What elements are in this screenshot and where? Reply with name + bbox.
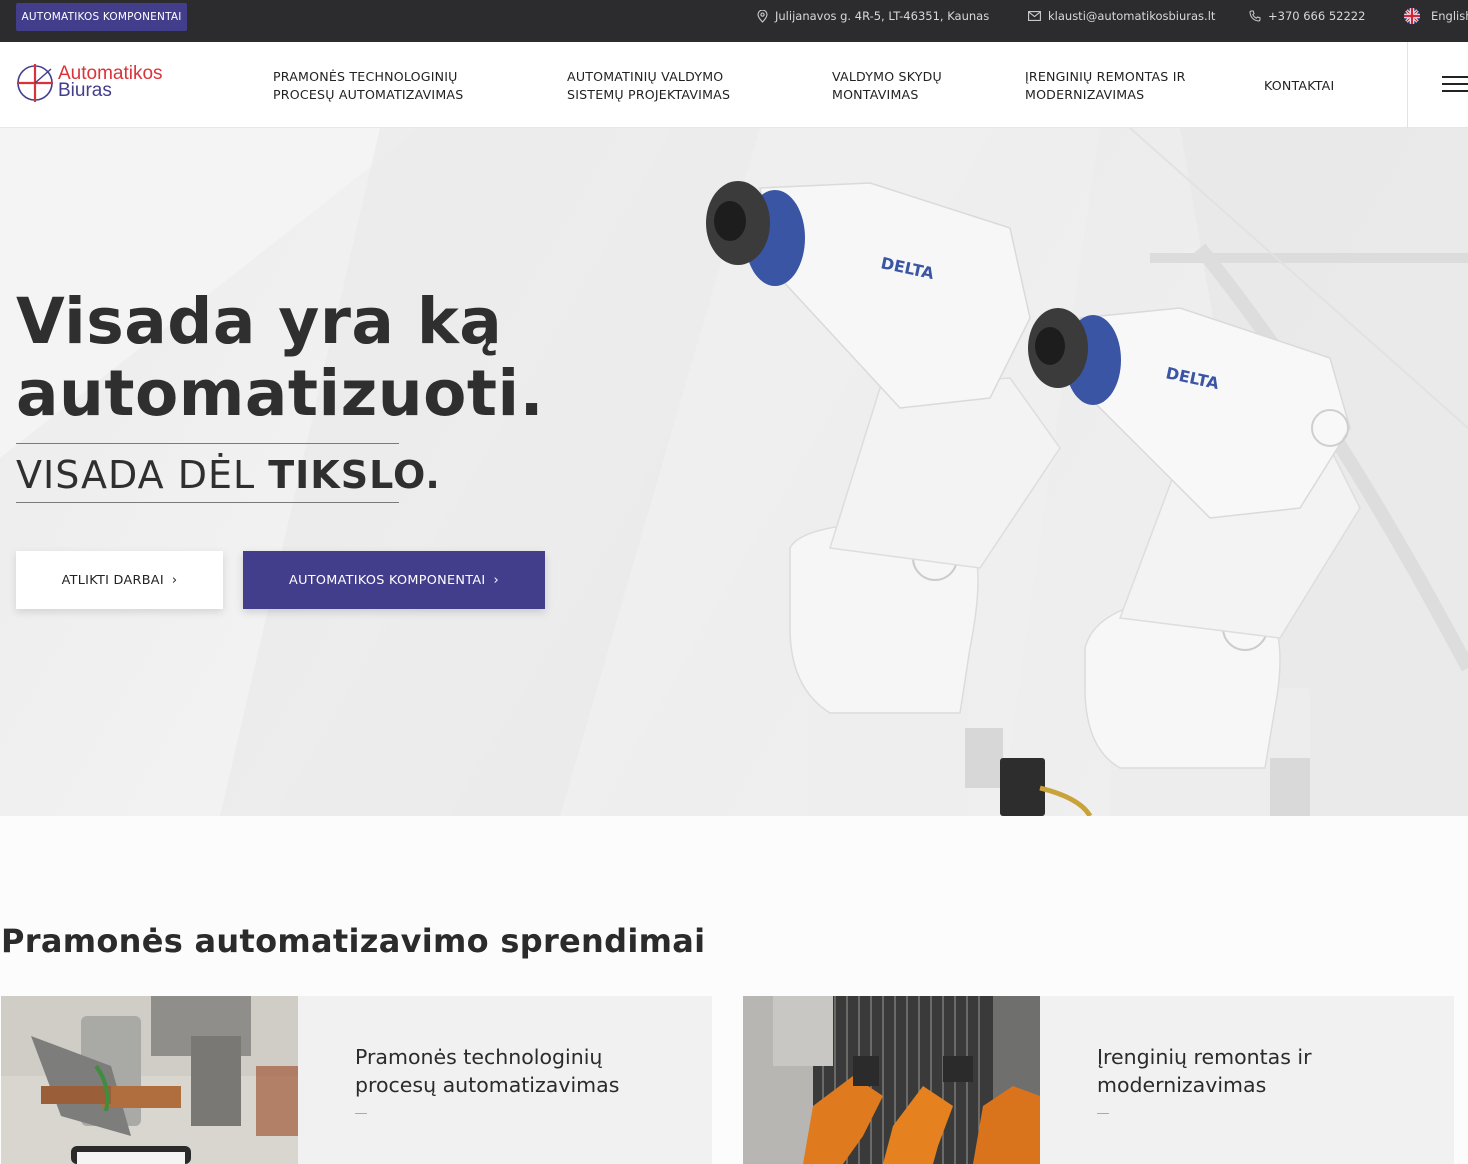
hero-title-light: Visada yra ką (16, 285, 503, 358)
nav-label-line2: MONTAVIMAS (832, 87, 919, 102)
components-button[interactable]: AUTOMATIKOS KOMPONENTAI › (243, 551, 545, 609)
email-link[interactable]: klausti@automatikosbiuras.lt (1028, 8, 1215, 24)
phone-icon (1249, 10, 1261, 22)
nav-label-line1: AUTOMATINIŲ VALDYMO (567, 69, 724, 84)
chevron-right-icon: › (493, 572, 499, 588)
nav-label-line1: VALDYMO SKYDŲ (832, 69, 942, 84)
envelope-icon (1028, 11, 1041, 21)
address-link[interactable]: Julijanavos g. 4R-5, LT-46351, Kaunas (757, 8, 989, 24)
location-pin-icon (757, 9, 768, 23)
logo-mark-icon (17, 64, 53, 102)
solution-card-process-automation[interactable]: Pramonės technologinių procesų automatiz… (1, 996, 712, 1164)
card-title-line2: modernizavimas (1097, 1073, 1267, 1097)
hero-title: Visada yra ką automatizuoti. (16, 286, 544, 430)
hero-divider-top (16, 443, 399, 444)
nav-item-process-automation[interactable]: PRAMONĖS TECHNOLOGINIŲ PROCESŲ AUTOMATIZ… (273, 68, 463, 104)
logo-line2: Biuras (58, 80, 112, 101)
hero-title-bold: automatizuoti. (16, 357, 545, 430)
nav-label-line1: ĮRENGINIŲ REMONTAS IR (1025, 69, 1186, 84)
nav-label-line2: MODERNIZAVIMAS (1025, 87, 1145, 102)
hero-subtitle-bold: TIKSLO. (268, 453, 441, 497)
address-text: Julijanavos g. 4R-5, LT-46351, Kaunas (775, 9, 990, 23)
hamburger-menu-icon[interactable] (1407, 42, 1468, 128)
card-dash (355, 1113, 367, 1114)
phone-link[interactable]: +370 666 52222 (1249, 8, 1365, 24)
nav-item-equipment-repair[interactable]: ĮRENGINIŲ REMONTAS IR MODERNIZAVIMAS (1025, 68, 1186, 104)
nav-label-line2: SISTEMŲ PROJEKTAVIMAS (567, 87, 731, 102)
nav-item-control-panel-installation[interactable]: VALDYMO SKYDŲ MONTAVIMAS (832, 68, 942, 104)
nav-label-line1: PRAMONĖS TECHNOLOGINIŲ (273, 69, 458, 84)
card-title-line2: procesų automatizavimas (355, 1073, 620, 1097)
hero-section: DELTA DELTA Visada yra ką automatizuoti.… (0, 128, 1468, 816)
site-logo[interactable]: Automatikos Biuras (16, 62, 176, 108)
card-title-line1: Pramonės technologinių (355, 1045, 603, 1069)
main-header: Automatikos Biuras PRAMONĖS TECHNOLOGINI… (0, 42, 1468, 128)
card-title: Įrenginių remontas ir modernizavimas (1097, 1043, 1417, 1099)
card-title-line1: Įrenginių remontas ir (1097, 1045, 1312, 1069)
nav-label-line2: PROCESŲ AUTOMATIZAVIMAS (273, 87, 464, 102)
top-bar: AUTOMATIKOS KOMPONENTAI Julijanavos g. 4… (0, 0, 1468, 42)
language-label: English (1431, 9, 1468, 23)
card-image-orange-robots (743, 996, 1040, 1164)
works-button[interactable]: ATLIKTI DARBAI › (16, 551, 223, 609)
works-button-label: ATLIKTI DARBAI (61, 572, 164, 588)
uk-flag-icon (1404, 8, 1420, 24)
card-title: Pramonės technologinių procesų automatiz… (355, 1043, 675, 1099)
hero-subtitle: VISADA DĖL TIKSLO. (16, 453, 441, 497)
hero-divider-bottom (16, 502, 399, 503)
nav-label-line1: KONTAKTAI (1264, 78, 1335, 93)
nav-item-control-systems-design[interactable]: AUTOMATINIŲ VALDYMO SISTEMŲ PROJEKTAVIMA… (567, 68, 730, 104)
card-dash (1097, 1113, 1109, 1114)
card-image-welding-robot (1, 996, 298, 1164)
components-button-label: AUTOMATIKOS KOMPONENTAI (289, 572, 486, 588)
chevron-right-icon: › (171, 572, 178, 588)
phone-text: +370 666 52222 (1268, 9, 1366, 23)
email-text: klausti@automatikosbiuras.lt (1048, 9, 1216, 23)
solutions-title: Pramonės automatizavimo sprendimai (1, 922, 706, 960)
hero-subtitle-light: VISADA DĖL (16, 453, 269, 497)
language-switcher[interactable]: English (1404, 8, 1468, 24)
top-components-button[interactable]: AUTOMATIKOS KOMPONENTAI (16, 3, 187, 31)
nav-item-contacts[interactable]: KONTAKTAI (1264, 77, 1334, 95)
logo-text: Automatikos Biuras (58, 64, 163, 101)
solution-card-equipment-repair[interactable]: Įrenginių remontas ir modernizavimas (743, 996, 1454, 1164)
